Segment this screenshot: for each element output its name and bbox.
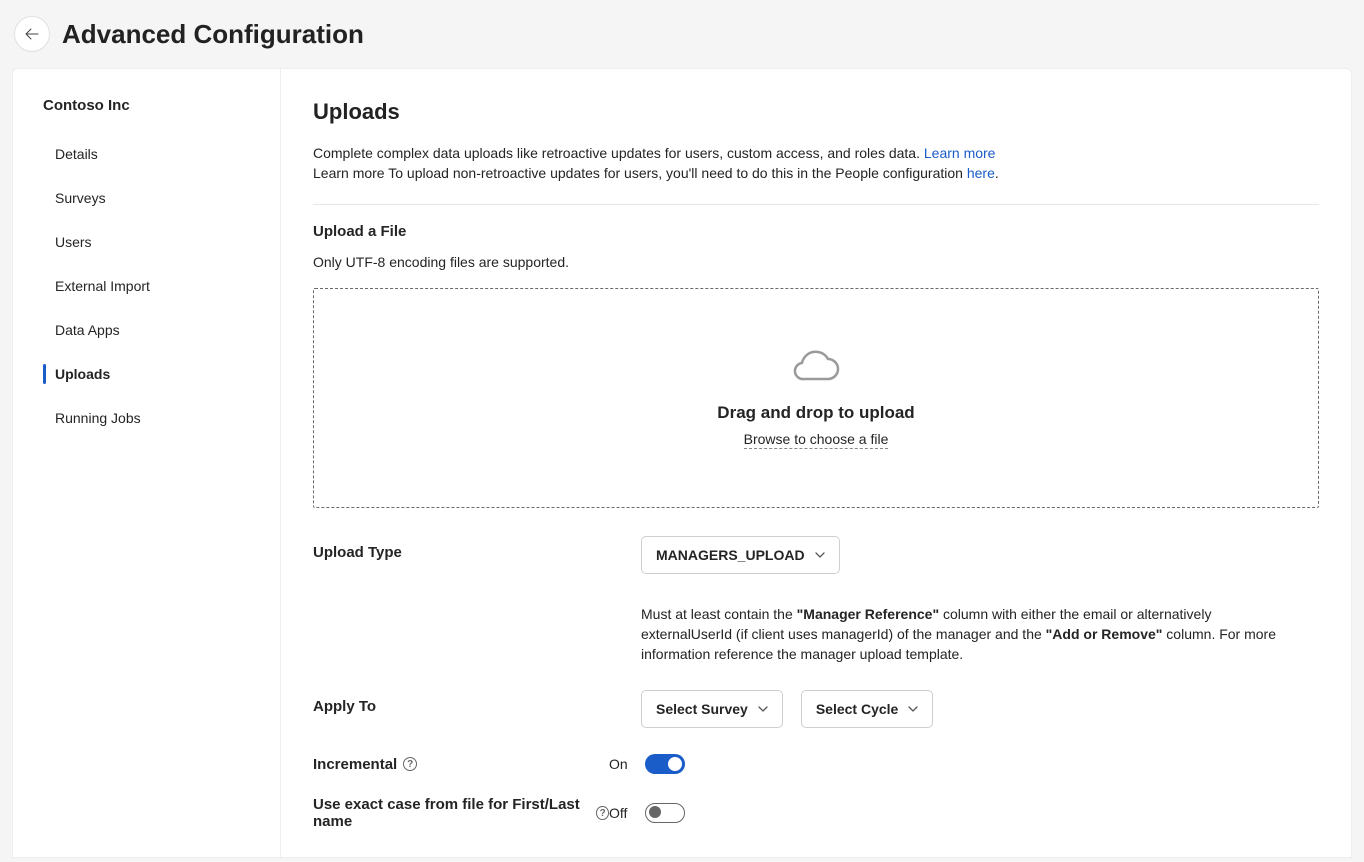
select-survey-button[interactable]: Select Survey bbox=[641, 690, 783, 728]
incremental-label: Incremental bbox=[313, 756, 397, 773]
chevron-down-icon bbox=[758, 706, 768, 712]
exact-case-toggle[interactable] bbox=[645, 803, 685, 823]
dropzone[interactable]: Drag and drop to upload Browse to choose… bbox=[313, 288, 1319, 508]
divider bbox=[313, 204, 1319, 205]
select-survey-label: Select Survey bbox=[656, 701, 748, 717]
sidebar: Contoso Inc Details Surveys Users Extern… bbox=[13, 69, 281, 857]
sidebar-item-running-jobs[interactable]: Running Jobs bbox=[13, 396, 280, 440]
intro-prefix-2: Learn more To upload non-retroactive upd… bbox=[313, 165, 967, 181]
sidebar-company: Contoso Inc bbox=[13, 97, 280, 132]
intro-prefix-1: Complete complex data uploads like retro… bbox=[313, 145, 924, 161]
sidebar-item-data-apps[interactable]: Data Apps bbox=[13, 308, 280, 352]
dropzone-title: Drag and drop to upload bbox=[717, 403, 914, 423]
help-icon[interactable]: ? bbox=[596, 806, 609, 820]
learn-more-link[interactable]: Learn more bbox=[924, 145, 996, 161]
page-title: Advanced Configuration bbox=[62, 19, 364, 50]
helper-b2: "Add or Remove" bbox=[1046, 626, 1163, 642]
section-title: Uploads bbox=[313, 99, 1319, 125]
intro-suffix-2: . bbox=[995, 165, 999, 181]
encoding-note: Only UTF-8 encoding files are supported. bbox=[313, 254, 1319, 270]
helper-p1: Must at least contain the bbox=[641, 606, 797, 622]
back-button[interactable] bbox=[14, 16, 50, 52]
incremental-toggle[interactable] bbox=[645, 754, 685, 774]
incremental-state: On bbox=[609, 756, 633, 772]
select-cycle-button[interactable]: Select Cycle bbox=[801, 690, 934, 728]
cloud-icon bbox=[792, 347, 840, 387]
sidebar-item-uploads[interactable]: Uploads bbox=[13, 352, 280, 396]
sidebar-item-details[interactable]: Details bbox=[13, 132, 280, 176]
here-link[interactable]: here bbox=[967, 165, 995, 181]
upload-type-helper: Must at least contain the "Manager Refer… bbox=[641, 604, 1281, 665]
sidebar-item-surveys[interactable]: Surveys bbox=[13, 176, 280, 220]
upload-type-label: Upload Type bbox=[313, 536, 641, 561]
main-content: Uploads Complete complex data uploads li… bbox=[281, 69, 1351, 857]
chevron-down-icon bbox=[815, 552, 825, 558]
exact-case-state: Off bbox=[609, 805, 633, 821]
upload-type-value: MANAGERS_UPLOAD bbox=[656, 547, 805, 563]
sidebar-item-external-import[interactable]: External Import bbox=[13, 264, 280, 308]
upload-type-select[interactable]: MANAGERS_UPLOAD bbox=[641, 536, 840, 574]
exact-case-label: Use exact case from file for First/Last … bbox=[313, 796, 590, 830]
help-icon[interactable]: ? bbox=[403, 757, 417, 771]
chevron-down-icon bbox=[908, 706, 918, 712]
intro-line-2: Learn more To upload non-retroactive upd… bbox=[313, 163, 1319, 183]
select-cycle-label: Select Cycle bbox=[816, 701, 899, 717]
intro-line-1: Complete complex data uploads like retro… bbox=[313, 143, 1319, 163]
browse-link[interactable]: Browse to choose a file bbox=[744, 431, 889, 449]
helper-b1: "Manager Reference" bbox=[797, 606, 939, 622]
sidebar-item-users[interactable]: Users bbox=[13, 220, 280, 264]
upload-file-heading: Upload a File bbox=[313, 223, 1319, 240]
arrow-left-icon bbox=[24, 26, 40, 42]
apply-to-label: Apply To bbox=[313, 690, 641, 715]
